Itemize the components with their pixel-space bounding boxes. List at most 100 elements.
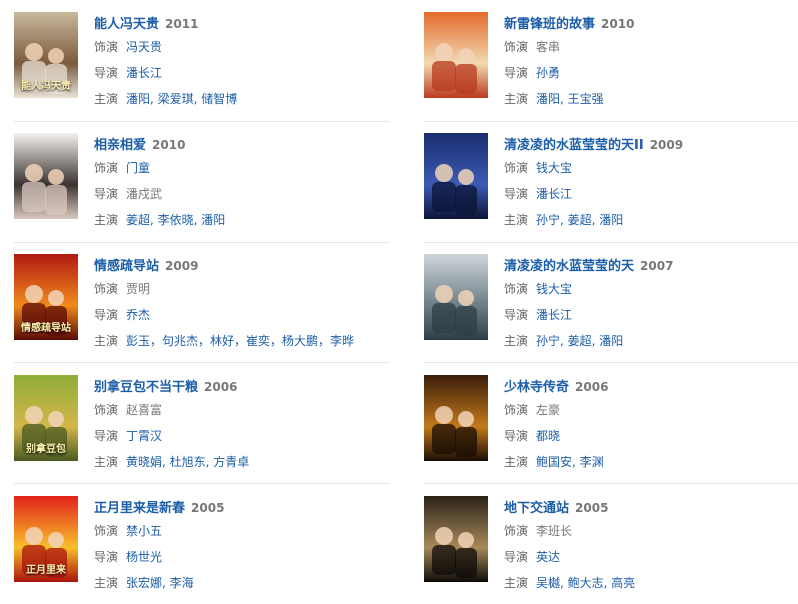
cast-value[interactable]: 鲍国安, 李渊	[536, 455, 604, 469]
cast-label: 主演	[94, 92, 119, 106]
cast-value[interactable]: 彭玉，句兆杰，林好，崔奕，杨大鹏，李晔	[126, 334, 354, 348]
row-divider	[424, 362, 798, 363]
cast-value[interactable]: 吴樾, 鲍大志, 高亮	[536, 576, 635, 590]
film-poster[interactable]	[424, 12, 488, 98]
role-value: 左豪	[536, 403, 561, 417]
film-title-link[interactable]: 正月里来是新春	[94, 501, 185, 516]
row-divider	[424, 121, 798, 122]
row-divider	[14, 483, 390, 484]
director-value[interactable]: 杨世光	[126, 550, 162, 564]
row-divider	[14, 242, 390, 243]
cast-value[interactable]: 张宏娜, 李海	[126, 576, 194, 590]
director-row: 导演 孙勇	[504, 61, 798, 85]
director-row: 导演 杨世光	[94, 545, 394, 569]
film-title-link[interactable]: 能人冯天贵	[94, 17, 159, 32]
cast-value[interactable]: 姜超, 李依晓, 潘阳	[126, 213, 225, 227]
director-label: 导演	[504, 187, 529, 201]
director-value[interactable]: 潘长江	[126, 66, 162, 80]
film-title-row: 新雷锋班的故事 2010	[504, 13, 798, 33]
director-row: 导演 潘长江	[94, 61, 394, 85]
film-item: 清凌凌的水蓝莹莹的天 2007 饰演 钱大宝 导演 潘长江 主演 孙宁, 姜超, 潘阳	[424, 254, 798, 354]
film-poster[interactable]	[424, 496, 488, 582]
cast-value[interactable]: 潘阳, 梁爱琪, 储智博	[126, 92, 237, 106]
filmography-grid: 能人冯天贵 能人冯天贵 2011 饰演 冯天贵 导演 潘长江 主演 潘阳, 梁爱琪, 储智博 新雷…	[0, 0, 798, 604]
film-item: 少林寺传奇 2006 饰演 左豪 导演 都晓 主演 鲍国安, 李渊	[424, 375, 798, 475]
film-poster[interactable]	[424, 375, 488, 461]
role-label: 饰演	[504, 524, 529, 538]
cast-value[interactable]: 孙宁, 姜超, 潘阳	[536, 213, 623, 227]
poster-title-text: 正月里来	[26, 565, 66, 576]
director-value[interactable]: 孙勇	[536, 66, 560, 80]
film-title-link[interactable]: 地下交通站	[504, 501, 569, 516]
poster-title-text: 能人冯天贵	[21, 81, 71, 92]
film-item: 地下交通站 2005 饰演 李班长 导演 英达 主演 吴樾, 鲍大志, 高亮	[424, 496, 798, 596]
film-year: 2005	[191, 501, 225, 515]
film-title-link[interactable]: 相亲相爱	[94, 138, 146, 153]
film-poster[interactable]	[424, 133, 488, 219]
film-year: 2007	[640, 259, 674, 273]
role-value: 客串	[536, 40, 561, 54]
film-info: 能人冯天贵 2011 饰演 冯天贵 导演 潘长江 主演 潘阳, 梁爱琪, 储智博	[94, 12, 394, 111]
film-title-row: 能人冯天贵 2011	[94, 13, 394, 33]
director-value[interactable]: 潘长江	[536, 308, 572, 322]
film-info: 新雷锋班的故事 2010 饰演 客串 导演 孙勇 主演 潘阳, 王宝强	[504, 12, 798, 111]
film-info: 情感疏导站 2009 饰演 贾明 导演 乔杰 主演 彭玉，句兆杰，林好，崔奕，杨大鹏，李晔	[94, 254, 394, 353]
film-info: 相亲相爱 2010 饰演 门童 导演 潘戍武 主演 姜超, 李依晓, 潘阳	[94, 133, 394, 232]
film-title-link[interactable]: 少林寺传奇	[504, 380, 569, 395]
film-poster[interactable]: 正月里来	[14, 496, 78, 582]
film-year: 2010	[152, 138, 186, 152]
role-row: 饰演 门童	[94, 156, 394, 180]
role-value[interactable]: 钱大宝	[536, 282, 572, 296]
film-poster[interactable]	[14, 133, 78, 219]
poster-image	[424, 375, 488, 461]
film-title-row: 清凌凌的水蓝莹莹的天 2007	[504, 255, 798, 275]
director-row: 导演 潘长江	[504, 182, 798, 206]
director-value[interactable]: 都晓	[536, 429, 560, 443]
film-title-row: 清凌凌的水蓝莹莹的天II 2009	[504, 134, 798, 154]
role-label: 饰演	[94, 403, 119, 417]
row-divider	[14, 121, 390, 122]
cast-row: 主演 潘阳, 梁爱琪, 储智博	[94, 87, 394, 111]
film-title-link[interactable]: 新雷锋班的故事	[504, 17, 595, 32]
director-value[interactable]: 英达	[536, 550, 560, 564]
cast-value[interactable]: 潘阳, 王宝强	[536, 92, 604, 106]
role-label: 饰演	[504, 403, 529, 417]
role-value[interactable]: 禁小五	[126, 524, 162, 538]
role-row: 饰演 冯天贵	[94, 35, 394, 59]
film-title-link[interactable]: 情感疏导站	[94, 259, 159, 274]
director-label: 导演	[94, 66, 119, 80]
cast-row: 主演 张宏娜, 李海	[94, 571, 394, 595]
director-value[interactable]: 乔杰	[126, 308, 150, 322]
role-value[interactable]: 门童	[126, 161, 150, 175]
film-poster[interactable]	[424, 254, 488, 340]
role-value[interactable]: 钱大宝	[536, 161, 572, 175]
director-row: 导演 潘戍武	[94, 182, 394, 206]
director-value[interactable]: 丁霄汉	[126, 429, 162, 443]
film-title-link[interactable]: 别拿豆包不当干粮	[94, 380, 198, 395]
director-value[interactable]: 潘长江	[536, 187, 572, 201]
film-info: 少林寺传奇 2006 饰演 左豪 导演 都晓 主演 鲍国安, 李渊	[504, 375, 798, 474]
director-label: 导演	[94, 550, 119, 564]
director-row: 导演 都晓	[504, 424, 798, 448]
film-title-link[interactable]: 清凌凌的水蓝莹莹的天II	[504, 138, 644, 153]
row-divider	[424, 483, 798, 484]
film-title-row: 别拿豆包不当干粮 2006	[94, 376, 394, 396]
poster-title-text: 别拿豆包	[26, 444, 66, 455]
role-value[interactable]: 冯天贵	[126, 40, 162, 54]
film-poster[interactable]: 情感疏导站	[14, 254, 78, 340]
film-item: 能人冯天贵 能人冯天贵 2011 饰演 冯天贵 导演 潘长江 主演 潘阳, 梁爱琪, 储智博	[14, 12, 394, 112]
director-label: 导演	[504, 66, 529, 80]
cast-value[interactable]: 孙宁, 姜超, 潘阳	[536, 334, 623, 348]
role-row: 饰演 钱大宝	[504, 156, 798, 180]
cast-row: 主演 黄晓娟, 杜旭东, 方青卓	[94, 450, 394, 474]
film-year: 2009	[649, 138, 684, 152]
director-value: 潘戍武	[126, 187, 163, 201]
film-poster[interactable]: 能人冯天贵	[14, 12, 78, 98]
cast-value[interactable]: 黄晓娟, 杜旭东, 方青卓	[126, 455, 249, 469]
film-title-link[interactable]: 清凌凌的水蓝莹莹的天	[504, 259, 634, 274]
director-label: 导演	[504, 550, 529, 564]
film-poster[interactable]: 别拿豆包	[14, 375, 78, 461]
film-title-row: 地下交通站 2005	[504, 497, 798, 517]
poster-image	[14, 133, 78, 219]
director-label: 导演	[94, 187, 119, 201]
